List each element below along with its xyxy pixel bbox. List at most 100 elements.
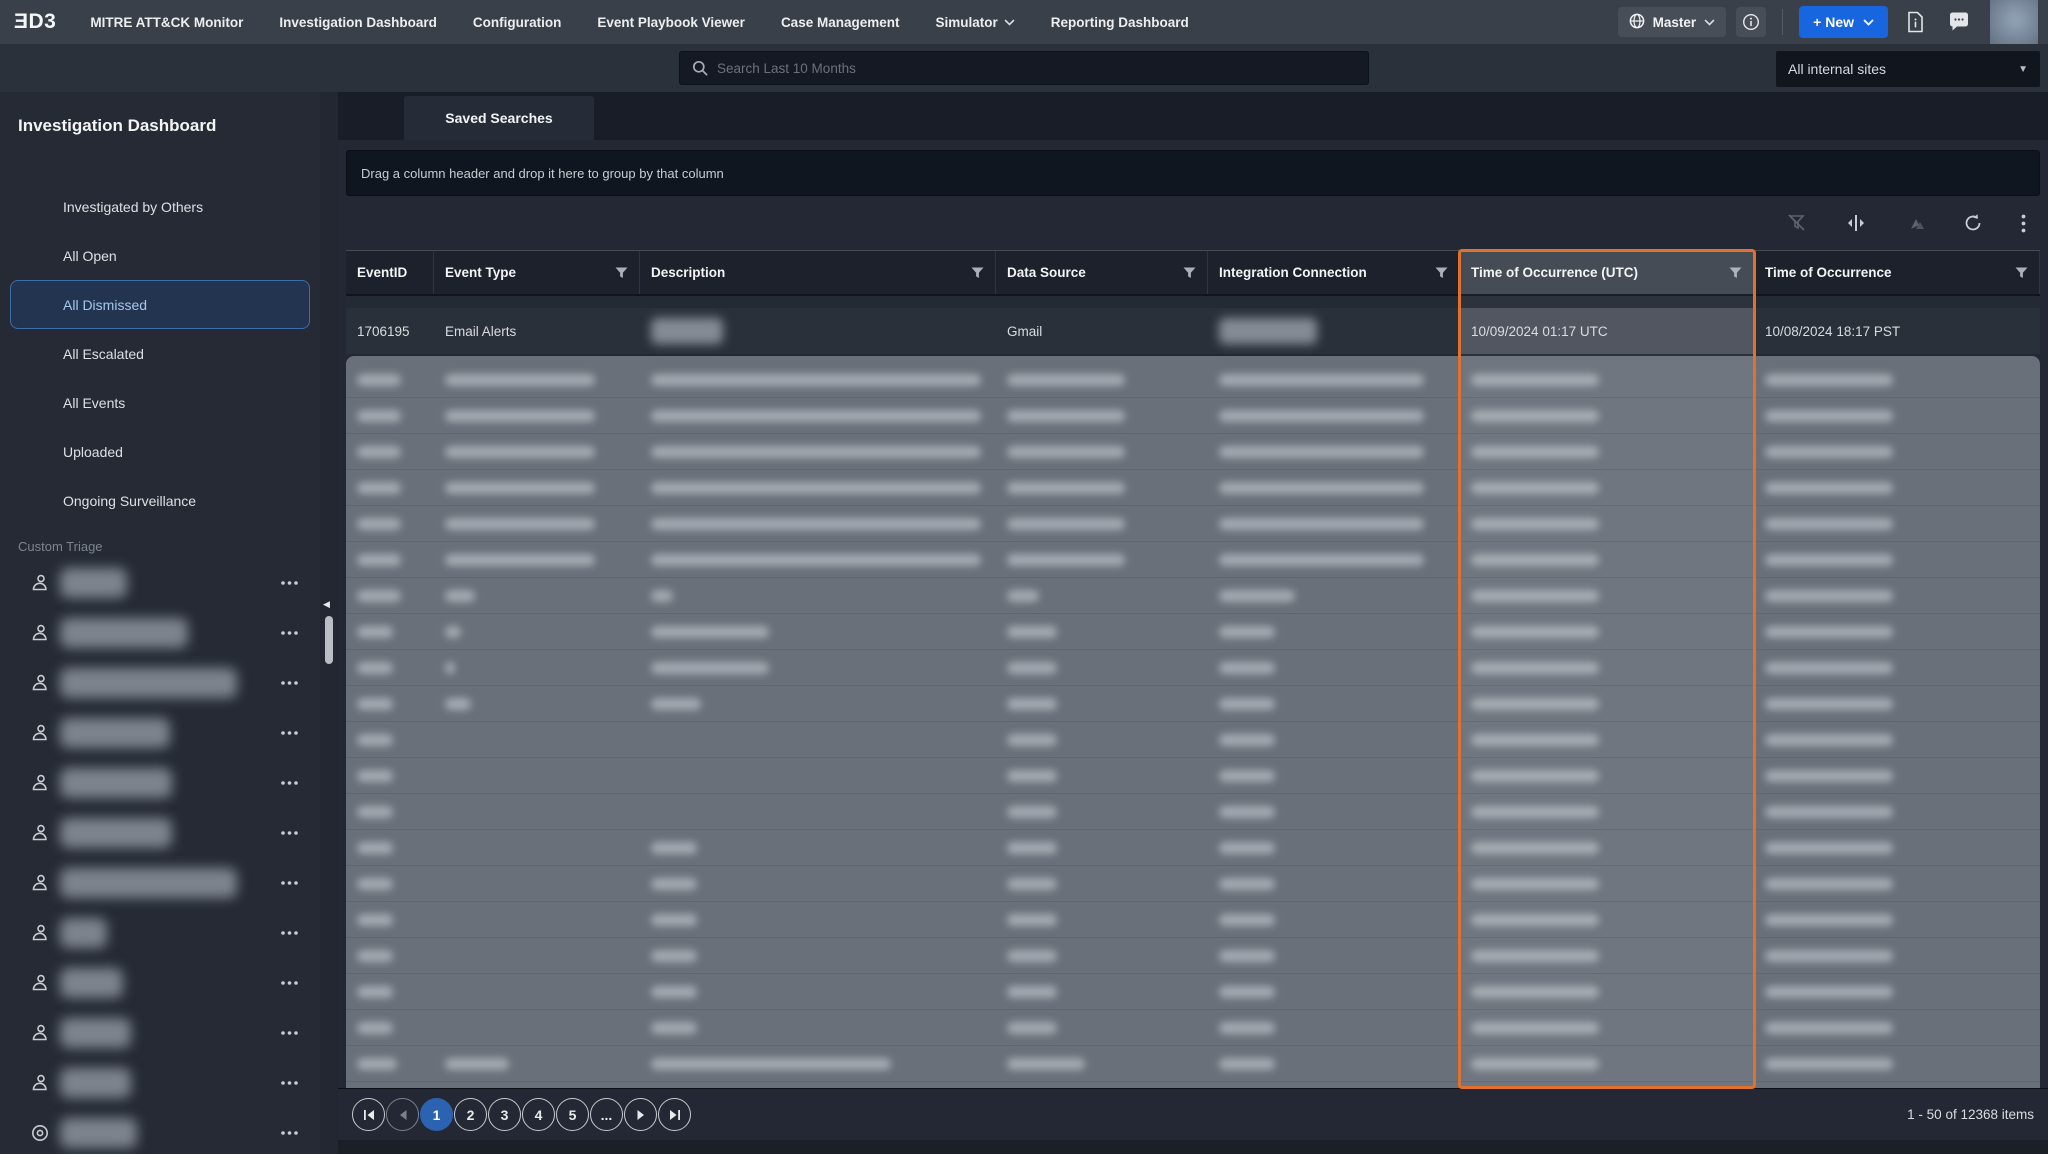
master-site-dropdown[interactable]: Master: [1618, 7, 1727, 37]
sidebar-item-all-escalated[interactable]: All Escalated: [10, 329, 310, 378]
redacted-row: [346, 398, 2040, 434]
next-page-button[interactable]: [624, 1098, 657, 1131]
more-options-icon[interactable]: [277, 927, 302, 939]
nav-item-simulator[interactable]: Simulator: [935, 15, 1014, 30]
sidebar-scrollbar-thumb[interactable]: [325, 616, 333, 664]
chevron-down-icon: ▼: [2018, 64, 2028, 75]
column-header-integration-connection[interactable]: Integration Connection: [1208, 251, 1460, 294]
column-header-data-source[interactable]: Data Source: [996, 251, 1208, 294]
column-header-eventid[interactable]: EventID: [346, 251, 434, 294]
page-button-1[interactable]: 1: [420, 1098, 453, 1131]
custom-triage-item[interactable]: [0, 758, 320, 808]
sidebar-item-all-open[interactable]: All Open: [10, 231, 310, 280]
first-page-button[interactable]: [352, 1098, 385, 1131]
table-row[interactable]: 1706195Email AlertsGmail10/09/2024 01:17…: [346, 308, 2040, 354]
more-options-icon[interactable]: [277, 827, 302, 839]
sidebar-item-label: All Open: [63, 248, 117, 264]
groupby-dropzone[interactable]: Drag a column header and drop it here to…: [346, 150, 2040, 196]
nav-item-reporting-dashboard[interactable]: Reporting Dashboard: [1051, 15, 1189, 30]
more-options-icon[interactable]: [277, 577, 302, 589]
more-options-icon[interactable]: [2021, 214, 2026, 233]
column-header-event-type[interactable]: Event Type: [434, 251, 640, 294]
page-button-2[interactable]: 2: [454, 1098, 487, 1131]
tab-saved-searches[interactable]: Saved Searches: [404, 96, 594, 140]
more-options-icon[interactable]: [277, 877, 302, 889]
more-options-icon[interactable]: [277, 627, 302, 639]
nav-item-event-playbook-viewer[interactable]: Event Playbook Viewer: [597, 15, 745, 30]
redacted-text: [1765, 446, 1893, 458]
custom-triage-item[interactable]: [0, 558, 320, 608]
redacted-text: [1765, 950, 1893, 962]
redacted-text: [445, 518, 595, 530]
info-icon[interactable]: [1736, 7, 1766, 37]
more-options-icon[interactable]: [277, 1077, 302, 1089]
custom-triage-item[interactable]: [0, 1008, 320, 1058]
redacted-text: [1765, 482, 1893, 494]
redacted-text: [1471, 770, 1599, 782]
custom-triage-item[interactable]: [0, 1058, 320, 1108]
more-options-icon[interactable]: [277, 1127, 302, 1139]
redacted-text: [1219, 806, 1275, 818]
chat-icon[interactable]: [1942, 5, 1976, 39]
global-search-box[interactable]: [679, 51, 1369, 85]
tab-strip: Saved Searches: [338, 92, 2048, 140]
redacted-text: [357, 374, 401, 386]
sidebar-item-uploaded[interactable]: Uploaded: [10, 427, 310, 476]
custom-triage-item[interactable]: [0, 708, 320, 758]
column-header-time-of-occurrence[interactable]: Time of Occurrence: [1754, 251, 2040, 294]
nav-item-configuration[interactable]: Configuration: [473, 15, 561, 30]
last-page-button[interactable]: [658, 1098, 691, 1131]
more-options-icon[interactable]: [277, 1027, 302, 1039]
nav-item-mitre-att-ck-monitor[interactable]: MITRE ATT&CK Monitor: [90, 15, 243, 30]
new-button[interactable]: + New: [1799, 6, 1888, 38]
redacted-text: [1219, 482, 1424, 494]
redacted-text: [445, 590, 475, 602]
document-icon[interactable]: [1898, 5, 1932, 39]
previous-page-button[interactable]: [386, 1098, 419, 1131]
sidebar-item-ongoing-surveillance[interactable]: Ongoing Surveillance: [10, 476, 310, 525]
custom-triage-item[interactable]: [0, 858, 320, 908]
avatar[interactable]: [1990, 0, 2038, 44]
filter-icon[interactable]: [963, 267, 984, 279]
custom-triage-item[interactable]: [0, 908, 320, 958]
custom-triage-item[interactable]: [0, 658, 320, 708]
column-header-description[interactable]: Description: [640, 251, 996, 294]
filter-icon[interactable]: [1175, 267, 1196, 279]
more-options-icon[interactable]: [277, 677, 302, 689]
sidebar-item-investigated-by-others[interactable]: Investigated by Others: [10, 182, 310, 231]
sidebar-collapse-icon[interactable]: ◀: [323, 600, 330, 609]
redacted-row: [346, 434, 2040, 470]
sidebar-item-all-dismissed[interactable]: All Dismissed: [10, 280, 310, 329]
redacted-text: [1007, 842, 1057, 854]
search-input[interactable]: [717, 61, 1356, 76]
redacted-text: [1765, 1022, 1893, 1034]
column-resize-icon[interactable]: [1845, 214, 1867, 232]
page-button-5[interactable]: 5: [556, 1098, 589, 1131]
custom-triage-item[interactable]: [0, 608, 320, 658]
clear-sort-icon[interactable]: [1905, 215, 1925, 231]
clear-filter-icon[interactable]: [1787, 214, 1807, 232]
page-button-3[interactable]: 3: [488, 1098, 521, 1131]
more-options-icon[interactable]: [277, 777, 302, 789]
filter-icon[interactable]: [1427, 267, 1448, 279]
sidebar-item-all-events[interactable]: All Events: [10, 378, 310, 427]
redacted-text: [357, 842, 393, 854]
sites-dropdown[interactable]: All internal sites ▼: [1776, 51, 2040, 87]
page-number: 4: [535, 1107, 543, 1123]
filter-icon[interactable]: [2007, 267, 2028, 279]
redacted-text: [1765, 374, 1893, 386]
more-pages-button[interactable]: ...: [590, 1098, 623, 1131]
page-button-4[interactable]: 4: [522, 1098, 555, 1131]
custom-triage-item[interactable]: [0, 808, 320, 858]
filter-icon[interactable]: [607, 267, 628, 279]
redacted-text: [1765, 554, 1893, 566]
column-header-time-of-occurrence-utc[interactable]: Time of Occurrence (UTC): [1460, 251, 1754, 294]
custom-triage-item[interactable]: [0, 958, 320, 1008]
more-options-icon[interactable]: [277, 727, 302, 739]
custom-triage-item[interactable]: [0, 1108, 320, 1154]
filter-icon[interactable]: [1721, 267, 1742, 279]
nav-item-case-management[interactable]: Case Management: [781, 15, 900, 30]
refresh-icon[interactable]: [1963, 213, 1983, 233]
nav-item-investigation-dashboard[interactable]: Investigation Dashboard: [279, 15, 437, 30]
more-options-icon[interactable]: [277, 977, 302, 989]
